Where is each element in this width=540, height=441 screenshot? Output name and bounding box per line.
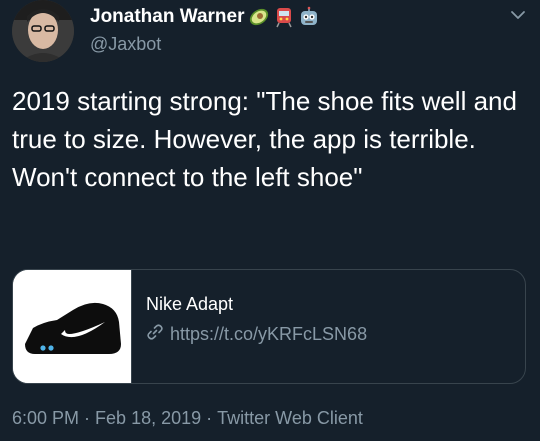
avatar[interactable]: [12, 0, 74, 62]
card-body: Nike Adapt https://t.co/yKRFcLSN68: [132, 270, 367, 383]
display-name[interactable]: Jonathan Warner: [90, 6, 245, 28]
nike-shoe-image: [13, 270, 131, 383]
chevron-down-icon[interactable]: [510, 8, 526, 20]
meta-separator: ·: [201, 408, 218, 428]
avatar-photo: [12, 0, 74, 62]
link-card[interactable]: Nike Adapt https://t.co/yKRFcLSN68: [12, 269, 526, 384]
robot-emoji-icon: [298, 6, 320, 28]
tweet-header: Jonathan Warner @Jaxbot: [90, 4, 320, 55]
tweet-source[interactable]: Twitter Web Client: [217, 408, 363, 429]
card-title: Nike Adapt: [146, 294, 234, 314]
tweet-date[interactable]: Feb 18, 2019: [95, 408, 201, 429]
handle[interactable]: @Jaxbot: [90, 34, 320, 55]
name-row: Jonathan Warner: [90, 4, 320, 30]
meta-separator: ·: [79, 408, 96, 428]
tweet-meta: 6:00 PM · Feb 18, 2019 · Twitter Web Cli…: [12, 408, 363, 429]
card-link[interactable]: https://t.co/yKRFcLSN68: [170, 324, 367, 345]
tweet-text: 2019 starting strong: "The shoe fits wel…: [12, 86, 525, 192]
tweet-time[interactable]: 6:00 PM: [12, 408, 79, 429]
link-icon: [146, 323, 164, 346]
avocado-emoji-icon: [248, 6, 270, 28]
card-thumbnail: [13, 270, 132, 383]
card-link-row[interactable]: https://t.co/yKRFcLSN68: [146, 323, 367, 346]
train-emoji-icon: [273, 6, 295, 28]
